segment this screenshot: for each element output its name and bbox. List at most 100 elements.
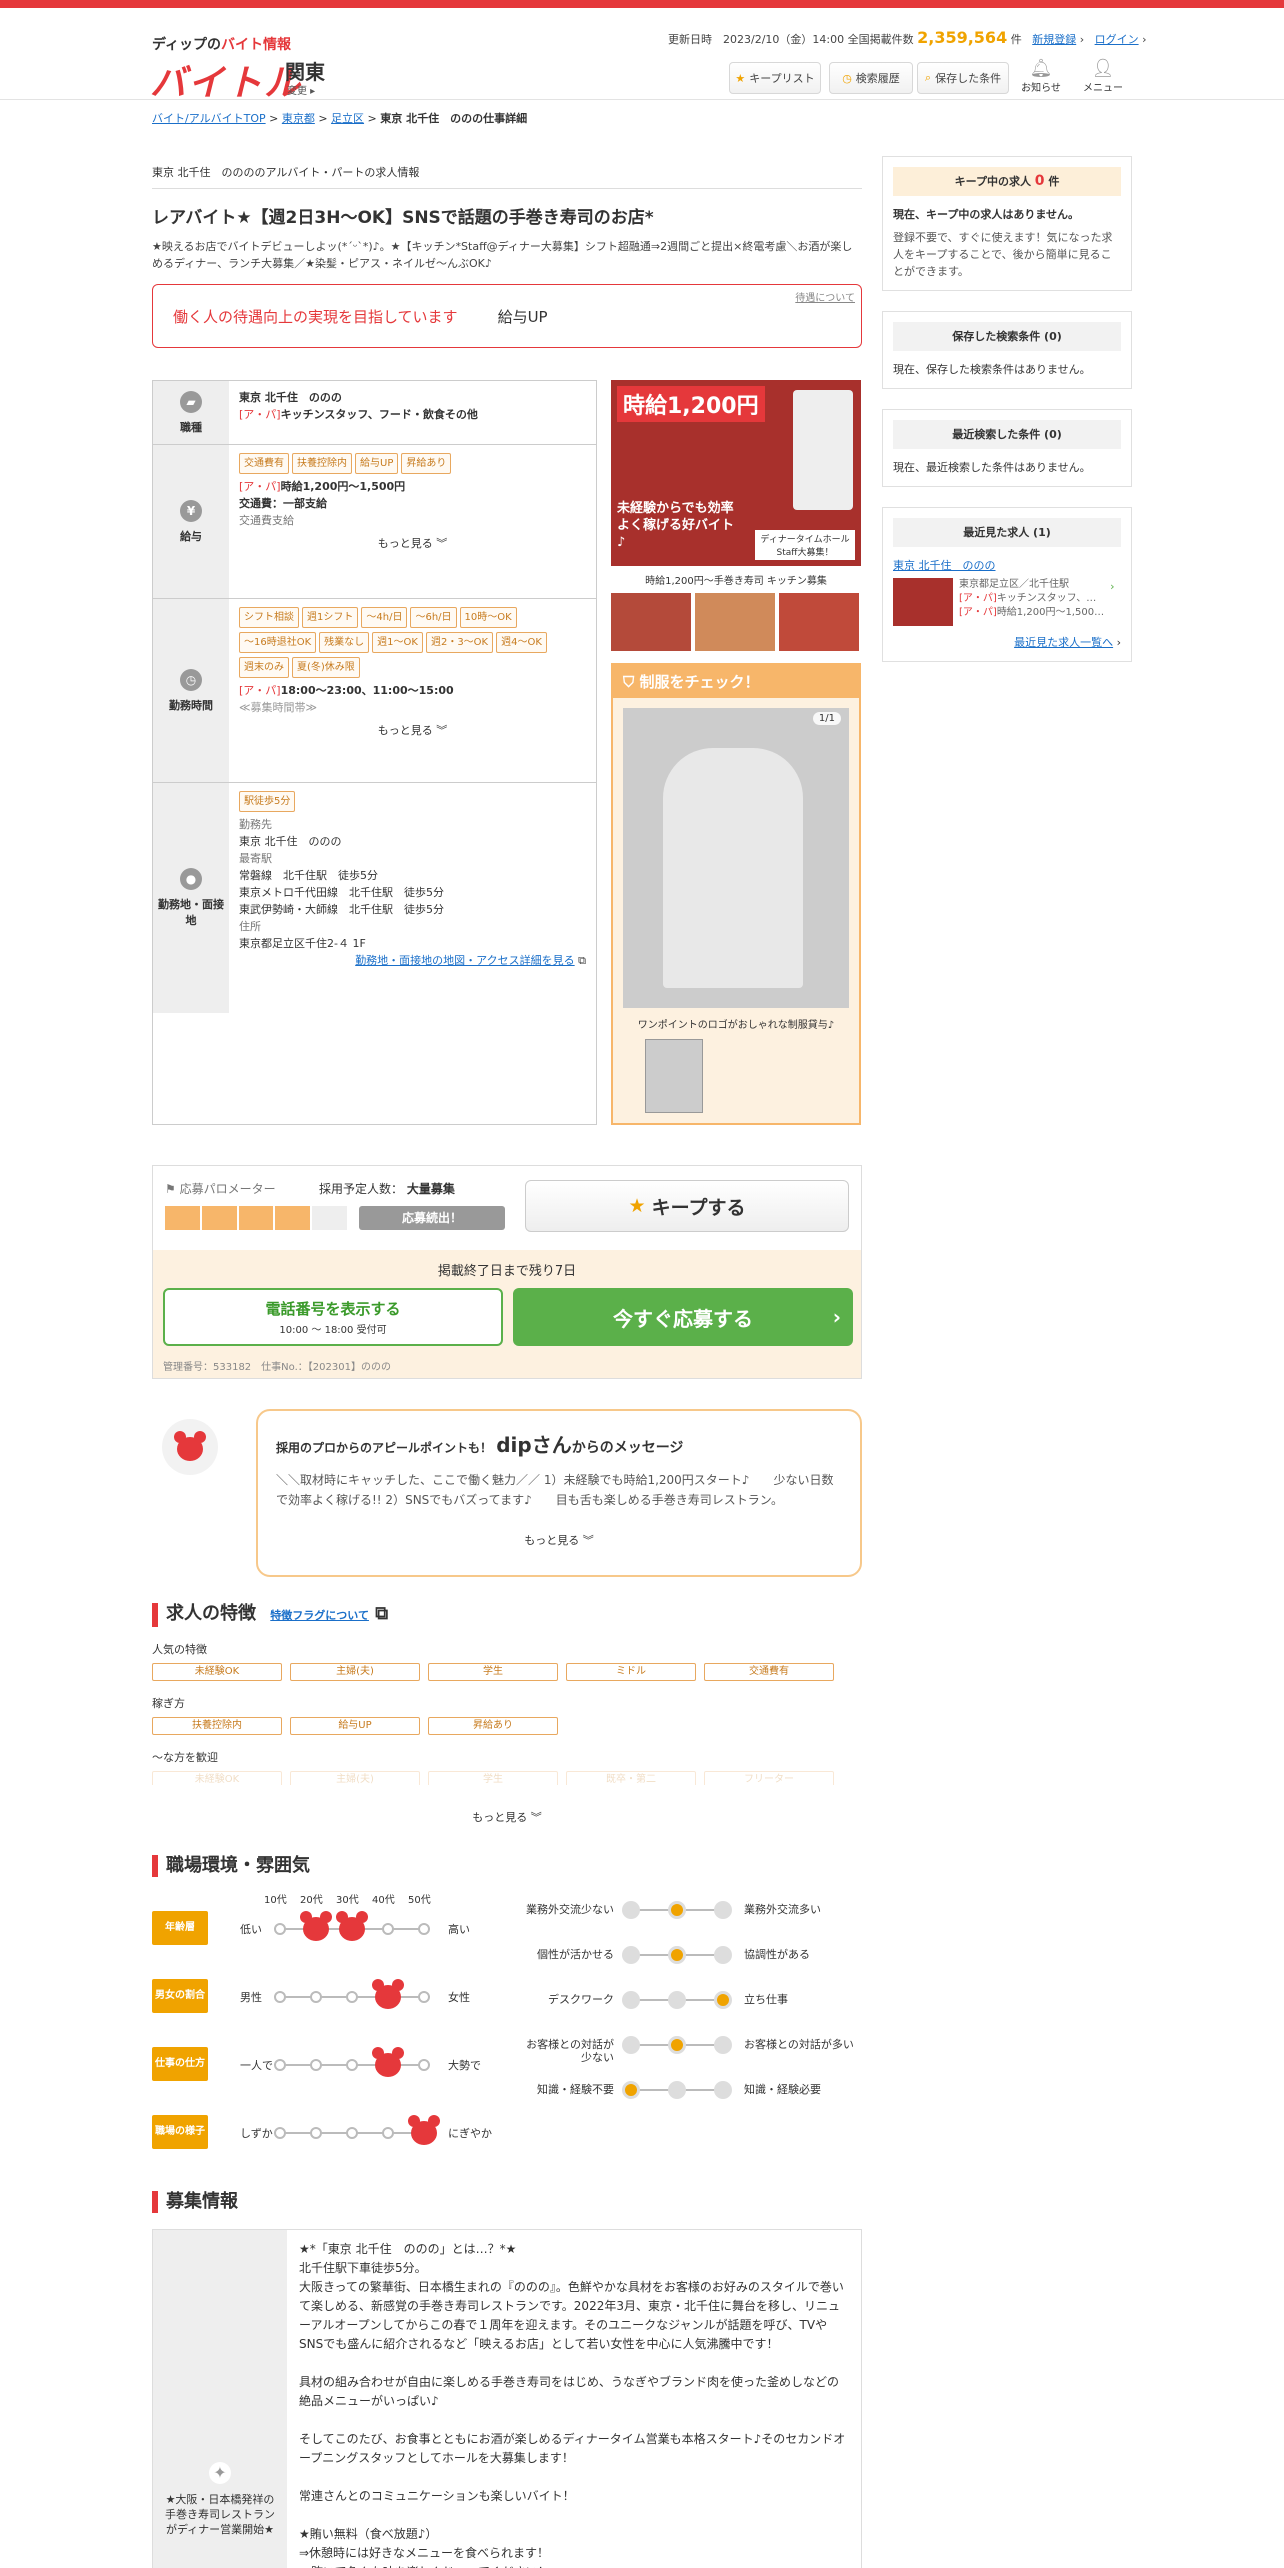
selected-dot	[714, 1991, 732, 2009]
env-right-label: 立ち仕事	[744, 1993, 788, 2006]
logo-tagline: ディップのバイト情報	[152, 37, 292, 53]
thumbnail[interactable]	[779, 593, 859, 651]
treatment-banner: 働く人の待遇向上の実現を目指しています 給与UP 待遇について	[152, 284, 862, 348]
recruit-line: 北千住駅下車徒歩5分。	[299, 2261, 427, 2275]
slider-dot	[714, 2081, 732, 2099]
mascot-marker	[408, 2115, 440, 2145]
feature-flag-link[interactable]: 特徴フラグについて	[270, 1609, 369, 1622]
age-label: 40代	[372, 1895, 395, 1906]
breadcrumb-current: 東京 北千住 ののの仕事詳細	[380, 112, 528, 125]
message-more-button[interactable]: もっと見る ︾	[276, 1526, 842, 1548]
hours-more-button[interactable]: もっと見る ︾	[239, 716, 586, 739]
meter-segment	[201, 1206, 237, 1230]
recruit-line	[299, 2468, 849, 2487]
selected-dot	[668, 1946, 686, 1964]
occupation-row: ▰ 職種 東京 北千住 ののの [ア・パ]キッチンスタッフ、フード・飲食その他	[153, 381, 596, 445]
treatment-message: 働く人の待遇向上の実現を目指しています	[173, 307, 458, 326]
salary-more-button[interactable]: もっと見る ︾	[239, 529, 586, 552]
photo-caption: 時給1,200円～手巻き寿司 キッチン募集	[645, 576, 827, 587]
user-icon: 👤︎	[1091, 58, 1115, 79]
thumbnail[interactable]	[611, 593, 691, 651]
meter-segment	[312, 1206, 347, 1230]
uniform-panel: ⛉ 制服をチェック！ 1/1 ワンポイントのロゴがおしゃれな制服貸与♪	[611, 663, 861, 1125]
recent-job-link[interactable]: 東京 北千住 ののの	[893, 559, 996, 572]
slider-dot	[418, 1991, 430, 2003]
slider-dot	[622, 1991, 640, 2009]
uniform-photo[interactable]: 1/1	[623, 708, 849, 1008]
treatment-item: 給与UP	[497, 307, 548, 326]
meter-segment	[165, 1206, 200, 1230]
top-accent-bar	[0, 0, 1284, 8]
earning-features: 扶養控除内 給与UP 昇給あり	[152, 1717, 862, 1735]
recent-jobs-all-link[interactable]: 最近見た求人一覧へ	[1014, 636, 1113, 649]
staff-figure	[793, 390, 853, 510]
env-left-label: 知識・経験不要	[537, 2083, 614, 2096]
main-photo[interactable]: 時給1,200円 未経験からでも効率よく稼げる好バイト♪ ディナータイムホールS…	[611, 380, 861, 566]
dip-mascot-avatar	[162, 1419, 218, 1475]
map-access-link[interactable]: 勤務地・面接地の地図・アクセス詳細を見る	[355, 954, 574, 967]
breadcrumb-link-top[interactable]: バイト/アルバイトTOP	[152, 112, 266, 125]
selected-dot	[622, 2081, 640, 2099]
recent-job-item[interactable]: 東京都足立区／北千住駅 [ア・パ]キッチンスタッフ、… [ア・パ]時給1,200円～…	[893, 578, 1121, 626]
keep-list-button[interactable]: ★ キープリスト	[729, 62, 821, 94]
env-category-label: 男女の割合	[152, 1979, 208, 2013]
briefcase-icon: ▰	[180, 390, 202, 413]
login-link[interactable]: ログイン	[1095, 33, 1139, 46]
features-title: 求人の特徴	[166, 1603, 256, 1624]
apply-now-button[interactable]: 今すぐ応募する ›	[513, 1288, 853, 1346]
saved-conditions-button[interactable]: ⌕ 保存した条件	[917, 62, 1009, 94]
slider-dot	[274, 2059, 286, 2071]
slider-dot	[668, 1991, 686, 2009]
menu-button[interactable]: 👤︎ メニュー	[1080, 58, 1126, 94]
breadcrumb-link-city[interactable]: 足立区	[331, 112, 364, 125]
slider-dot	[346, 1991, 358, 2003]
slider-dot	[418, 2059, 430, 2071]
env-right-label: 知識・経験必要	[744, 2083, 821, 2096]
meter-segment	[275, 1206, 311, 1230]
features-more-button[interactable]: もっと見る ︾	[152, 1803, 862, 1825]
clock-icon: ◷	[842, 71, 852, 85]
slider-dot	[714, 2036, 732, 2054]
thumbnail[interactable]	[695, 593, 775, 651]
region-change-link[interactable]: 変更 ▸	[287, 82, 315, 97]
register-link[interactable]: 新規登録	[1032, 33, 1076, 46]
env-category-label: 職場の様子	[152, 2115, 208, 2149]
apply-meter	[165, 1206, 347, 1230]
env-right-label: にぎやか	[448, 2127, 492, 2140]
star-icon: ★	[628, 1195, 646, 1217]
clock-icon: ◷	[180, 668, 202, 691]
recruit-line	[299, 2411, 849, 2430]
environment-title: 職場環境・雰囲気	[152, 1855, 862, 1877]
recruit-line: 大阪きっての繁華街、日本橋生まれの『ののの』。色鮮やかな具材をお客様のお好みのス…	[299, 2280, 844, 2351]
region-label: 関東	[285, 60, 325, 84]
breadcrumb-link-pref[interactable]: 東京都	[282, 112, 315, 125]
apply-meter-label: ⚑ 応募パロメーター	[165, 1182, 276, 1196]
keep-jobs-box: キープ中の求人 0 件 現在、キープ中の求人はありません。 登録不要で、すぐに使…	[882, 156, 1132, 291]
env-left-label: お客様との対話が少ない	[526, 2038, 614, 2064]
recruit-line: ⇒休憩時には好きなメニューを食べられます！	[299, 2546, 550, 2560]
slider-dot	[274, 2127, 286, 2139]
history-button[interactable]: ◷ 検索履歴	[829, 62, 913, 94]
treatment-link[interactable]: 待遇について	[795, 289, 855, 304]
hours-row: ◷ 勤務時間 シフト相談 週1シフト ～4h/日 ～6h/日 10時～OK～16時退社OK…	[153, 599, 596, 783]
notice-button[interactable]: 🔔︎ お知らせ	[1018, 58, 1064, 94]
env-left-label: しずか	[240, 2127, 273, 2140]
recent-search-box: 最近検索した条件 (0) 現在、最近検索した条件はありません。	[882, 409, 1132, 487]
slider-dot	[622, 1946, 640, 1964]
keep-button[interactable]: ★ キープする	[525, 1180, 849, 1232]
recent-job-thumbnail	[893, 578, 953, 626]
site-logo[interactable]: バイトル	[150, 54, 302, 106]
recruit-line: 賄いで色んな味を楽しんじゃってください！	[299, 2563, 849, 2568]
apply-box: ⚑ 応募パロメーター 採用予定人数： 大量募集 応募続出！ ★ キープする 掲載終…	[152, 1165, 862, 1379]
recent-jobs-box: 最近見た求人 (1) 東京 北千住 ののの 東京都足立区／北千住駅 [ア・パ]キッ…	[882, 507, 1132, 662]
map-pin-icon: ●	[180, 868, 202, 890]
salary-row: ¥ 給与 交通費有 扶養控除内 給与UP 昇給あり [ア・パ]時給1,200円～1,50…	[153, 445, 596, 599]
mascot-marker	[336, 1911, 368, 1941]
env-right-label: 高い	[448, 1923, 470, 1936]
photo-thumbnails	[611, 593, 861, 651]
uniform-thumbnail[interactable]	[645, 1039, 703, 1113]
phone-button[interactable]: 電話番号を表示する 10:00 ～ 18:00 受付可	[163, 1288, 503, 1346]
slider-dot	[418, 1923, 430, 1935]
sparkle-icon: ✦	[209, 2461, 231, 2484]
status-badge: 応募続出！	[359, 1206, 505, 1230]
